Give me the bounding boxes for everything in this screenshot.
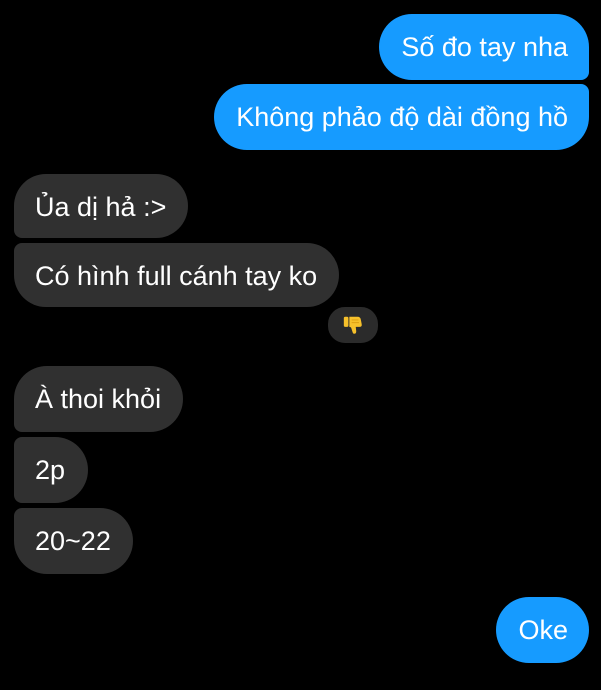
message-text: 20~22 bbox=[35, 526, 111, 556]
incoming-message-bubble[interactable]: À thoi khỏi bbox=[14, 366, 184, 432]
message-text: Ủa dị hả :> bbox=[35, 192, 167, 222]
message-text: Có hình full cánh tay ko bbox=[35, 261, 318, 291]
outgoing-message-bubble[interactable]: Không phảo độ dài đồng hồ bbox=[214, 84, 589, 150]
message-text: À thoi khỏi bbox=[35, 384, 162, 414]
message-text: Oke bbox=[518, 615, 568, 645]
message-text: 2p bbox=[35, 455, 66, 485]
outgoing-message-bubble[interactable]: Oke bbox=[496, 597, 589, 663]
incoming-message-bubble[interactable]: 20~22 bbox=[14, 508, 133, 574]
outgoing-message-bubble[interactable]: Số đo tay nha bbox=[379, 14, 589, 80]
incoming-message-bubble[interactable]: Ủa dị hả :> bbox=[14, 174, 189, 238]
incoming-message-bubble[interactable]: Có hình full cánh tay ko bbox=[14, 243, 340, 307]
thumbs-down-icon bbox=[342, 314, 364, 336]
message-reaction[interactable] bbox=[325, 304, 381, 346]
incoming-message-bubble[interactable]: 2p bbox=[14, 437, 89, 503]
message-text: Không phảo độ dài đồng hồ bbox=[236, 102, 568, 132]
message-thread: Số đo tay nha Không phảo độ dài đồng hồ … bbox=[0, 0, 601, 690]
message-text: Số đo tay nha bbox=[401, 32, 568, 62]
